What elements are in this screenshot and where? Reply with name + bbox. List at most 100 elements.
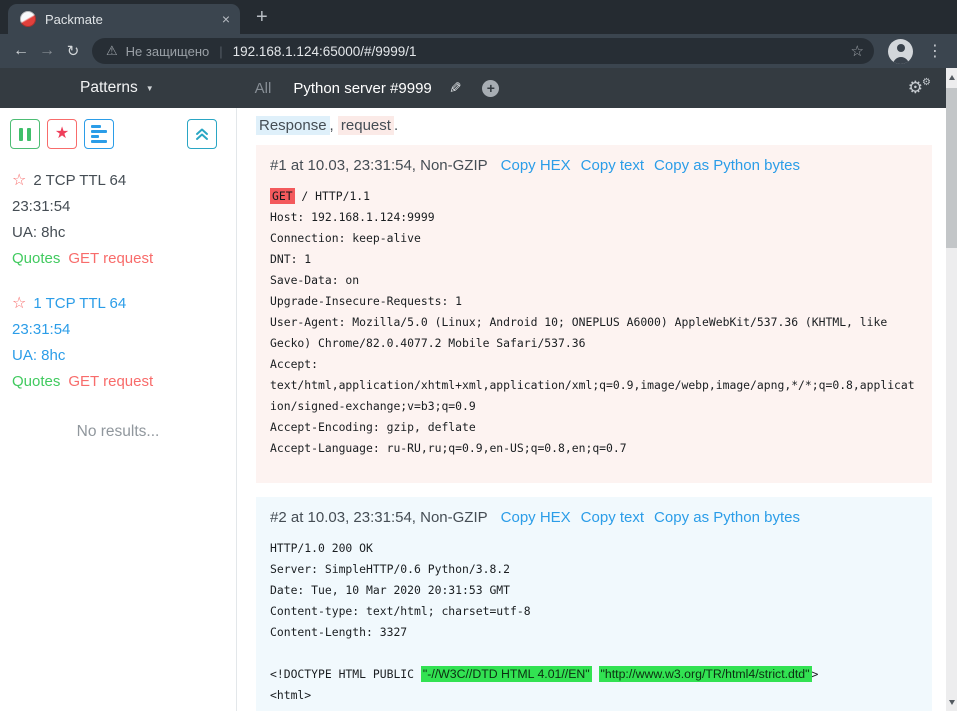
patterns-dropdown[interactable]: Patterns ▼: [80, 79, 154, 97]
entry-tag-quotes: Quotes: [12, 373, 60, 390]
app-header: Patterns ▼ All Python server #9999 ✎ + ⚙…: [0, 68, 957, 108]
browser-tab-packmate[interactable]: Packmate ×: [8, 4, 240, 34]
scroll-to-top-button[interactable]: [187, 119, 217, 149]
tab-all[interactable]: All: [255, 80, 272, 97]
packet-line: User-Agent: Mozilla/5.0 (Linux; Android …: [270, 312, 918, 354]
url-divider: |: [219, 44, 222, 59]
pattern-summary: Response, request.: [256, 117, 957, 134]
patterns-label: Patterns: [80, 79, 138, 97]
packet-meta: #2 at 10.03, 23:31:54, Non-GZIP: [270, 509, 488, 526]
packmate-favicon-icon: [20, 11, 36, 27]
add-service-button[interactable]: +: [482, 80, 499, 97]
no-results-text: No results...: [0, 423, 236, 441]
bookmark-star-icon[interactable]: ☆: [851, 42, 864, 60]
reload-icon[interactable]: ↻: [60, 42, 86, 60]
entry-tag-quotes: Quotes: [12, 250, 60, 267]
browser-menu-icon[interactable]: ⋮: [927, 41, 943, 61]
entry-tags: Quotes GET request: [12, 246, 236, 272]
packet-line: Server: SimpleHTTP/0.6 Python/3.8.2: [270, 559, 918, 580]
entry-title: 1 TCP TTL 64: [33, 291, 126, 317]
entry-tags: QuotesGET request: [12, 369, 236, 395]
caret-down-icon: ▼: [146, 84, 154, 93]
copy-text-link[interactable]: Copy text: [581, 509, 644, 526]
pause-icon: [19, 128, 31, 141]
back-icon[interactable]: ←: [8, 42, 34, 60]
not-secure-warning-icon: ⚠: [106, 43, 118, 59]
packet-card-request: #1 at 10.03, 23:31:54, Non-GZIP Copy HEX C…: [256, 145, 932, 483]
entry-tag-get-request: GET request: [68, 250, 153, 267]
browser-window: Packmate × + ← → ↻ ⚠ Не защищено | 192.1…: [0, 0, 957, 711]
cog-small-icon: ⚙: [922, 77, 931, 88]
forward-icon[interactable]: →: [34, 42, 60, 60]
highlight-red: request: [338, 116, 394, 135]
scrollbar-up-arrow[interactable]: [949, 75, 955, 80]
scrollbar-down-arrow[interactable]: [949, 700, 955, 705]
avatar-head: [897, 44, 905, 52]
scrollbar-thumb[interactable]: [946, 88, 957, 248]
packet-line: Accept-Encoding: gzip, deflate: [270, 417, 918, 438]
packet-line: DNT: 1: [270, 249, 918, 270]
intro-text: ,: [330, 117, 338, 134]
packet-card-header: #1 at 10.03, 23:31:54, Non-GZIP Copy HEX C…: [270, 157, 918, 174]
packet-list: #1 at 10.03, 23:31:54, Non-GZIP Copy HEX C…: [256, 145, 957, 711]
cog-icon: ⚙: [908, 78, 923, 97]
entry-time: 23:31:54: [12, 317, 236, 343]
packet-body: HTTP/1.0 200 OKServer: SimpleHTTP/0.6 Py…: [270, 538, 918, 706]
pattern-result-entry[interactable]: ☆ 2 TCP TTL 6423:31:54UA: 8hc Quotes GET re…: [12, 168, 236, 272]
settings-cogs-icon[interactable]: ⚙ ⚙: [908, 78, 923, 98]
packet-card-response: #2 at 10.03, 23:31:54, Non-GZIP Copy HEX C…: [256, 497, 932, 711]
packet-text: / HTTP/1.1: [295, 189, 370, 203]
browser-tab-strip: Packmate × +: [0, 0, 957, 34]
packet-line: Content-Length: 3327: [270, 622, 918, 643]
tab-python-server[interactable]: Python server #9999: [293, 80, 431, 97]
page-content: ★ ☆2 TCP TTL 6423:31:54UA: 8hcQuotesGET …: [0, 108, 957, 711]
pause-capture-button[interactable]: [10, 119, 40, 149]
pattern-result-entry[interactable]: ☆1 TCP TTL 6423:31:54UA: 8hcQuotesGET re…: [12, 291, 236, 395]
copy-hex-link[interactable]: Copy HEX: [501, 509, 571, 526]
copy-text-link[interactable]: Copy text: [581, 157, 644, 174]
packet-text: >: [812, 667, 819, 681]
list-icon: [91, 125, 107, 143]
highlight-blue: Response: [256, 116, 330, 135]
packet-card-header: #2 at 10.03, 23:31:54, Non-GZIP Copy HEX C…: [270, 509, 918, 526]
star-outline-icon[interactable]: ☆: [12, 173, 26, 189]
packet-line: Host: 192.168.1.124:9999: [270, 207, 918, 228]
chevrons-up-icon: [195, 127, 209, 141]
packet-line: <html>: [270, 685, 918, 706]
entry-time: 23:31:54: [12, 194, 236, 220]
address-bar[interactable]: ⚠ Не защищено | 192.168.1.124:65000/#/99…: [92, 38, 874, 64]
list-view-button[interactable]: [84, 119, 114, 149]
star-outline-icon[interactable]: ☆: [12, 296, 26, 312]
packet-line: [270, 643, 918, 664]
new-tab-button[interactable]: +: [256, 6, 268, 29]
packet-line: Content-type: text/html; charset=utf-8: [270, 601, 918, 622]
service-tabs: All Python server #9999 ✎ +: [255, 79, 500, 97]
copy-hex-link[interactable]: Copy HEX: [501, 157, 571, 174]
packet-body: GET / HTTP/1.1Host: 192.168.1.124:9999Co…: [270, 186, 918, 459]
edit-pencil-icon[interactable]: ✎: [449, 79, 462, 97]
packet-meta: #1 at 10.03, 23:31:54, Non-GZIP: [270, 157, 488, 174]
favorites-filter-button[interactable]: ★: [47, 119, 77, 149]
entry-title: 2 TCP TTL 64: [33, 168, 126, 194]
page-scrollbar[interactable]: [946, 68, 957, 711]
pattern-match-red: GET: [270, 188, 295, 204]
pattern-match-green: "-//W3C//DTD HTML 4.01//EN": [421, 666, 592, 682]
packet-view: Response, request. #1 at 10.03, 23:31:54…: [237, 108, 957, 711]
security-label: Не защищено: [126, 44, 210, 59]
copy-as-python-bytes-link[interactable]: Copy as Python bytes: [654, 157, 800, 174]
packet-line: GET / HTTP/1.1: [270, 186, 918, 207]
pattern-match-green: "http://www.w3.org/TR/html4/strict.dtd": [599, 666, 812, 682]
packet-line: Save-Data: on: [270, 270, 918, 291]
url-text[interactable]: 192.168.1.124:65000/#/9999/1: [233, 44, 851, 59]
entry-title-row: ☆ 2 TCP TTL 64: [12, 168, 236, 194]
packet-text: [592, 667, 599, 681]
packet-line: Date: Tue, 10 Mar 2020 20:31:53 GMT: [270, 580, 918, 601]
tab-close-icon[interactable]: ×: [222, 11, 230, 27]
browser-toolbar: ← → ↻ ⚠ Не защищено | 192.168.1.124:6500…: [0, 34, 957, 68]
packet-text: <!DOCTYPE HTML PUBLIC: [270, 667, 421, 681]
entry-user-agent: UA: 8hc: [12, 220, 236, 246]
packet-line: Accept: text/html,application/xhtml+xml,…: [270, 354, 918, 417]
profile-avatar[interactable]: [888, 39, 913, 64]
copy-as-python-bytes-link[interactable]: Copy as Python bytes: [654, 509, 800, 526]
sidebar-toolbar: ★: [0, 119, 236, 149]
